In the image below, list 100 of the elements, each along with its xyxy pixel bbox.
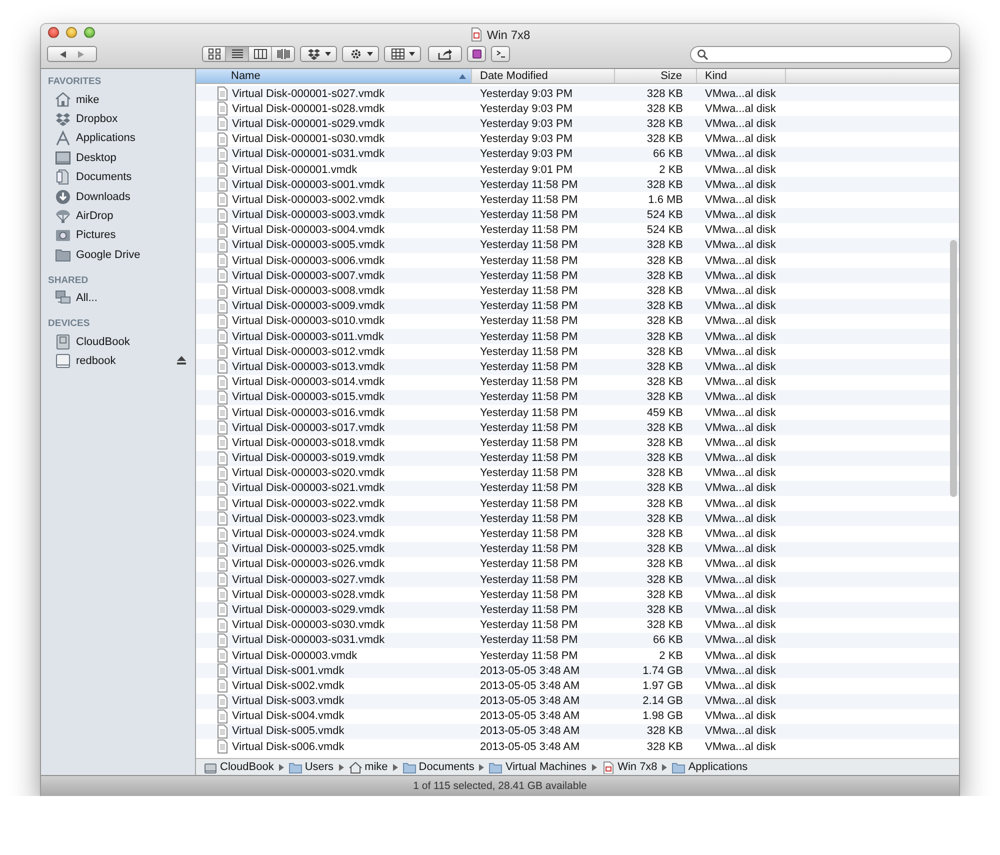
- file-name[interactable]: Virtual Disk-000003-s028.vmdk: [232, 588, 385, 601]
- date-cell-text: Yesterday 11:58 PM: [479, 224, 579, 236]
- desktop-icon: [55, 150, 71, 166]
- minimize-button[interactable]: [66, 27, 77, 38]
- file-name[interactable]: Virtual Disk-000003-s018.vmdk: [232, 436, 385, 449]
- file-name[interactable]: Virtual Disk-000003-s015.vmdk: [232, 391, 385, 404]
- path-item[interactable]: CloudBook: [204, 760, 274, 774]
- file-name[interactable]: Virtual Disk-000003-s022.vmdk: [232, 498, 385, 510]
- file-name[interactable]: Virtual Disk-000001-s027.vmdk: [232, 88, 385, 100]
- size-cell-text: 328 KB: [646, 482, 684, 494]
- kind-cell-text: VMwa...al disk: [704, 148, 777, 160]
- file-name[interactable]: Virtual Disk-000003-s017.vmdk: [232, 422, 385, 434]
- path-item[interactable]: Documents: [402, 760, 474, 774]
- file-name[interactable]: Virtual Disk-s003.vmdk: [232, 695, 344, 708]
- view-mode-buttons[interactable]: [202, 46, 295, 62]
- file-name[interactable]: Virtual Disk-000003-s019.vmdk: [232, 452, 385, 464]
- column-header[interactable]: Date Modified: [472, 69, 615, 83]
- date-cell-text: Yesterday 11:58 PM: [479, 543, 579, 556]
- file-name[interactable]: Virtual Disk-000003-s029.vmdk: [232, 604, 385, 616]
- column-header[interactable]: Size: [615, 69, 697, 83]
- file-name[interactable]: Virtual Disk-000003.vmdk: [232, 650, 358, 662]
- file-name[interactable]: Virtual Disk-000003-s024.vmdk: [232, 528, 385, 540]
- file-name[interactable]: Virtual Disk-000003-s012.vmdk: [232, 346, 385, 358]
- file-name[interactable]: Virtual Disk-000003-s010.vmdk: [232, 315, 385, 328]
- file-name[interactable]: Virtual Disk-000001-s031.vmdk: [232, 148, 385, 160]
- size-cell-text: 1.97 GB: [642, 680, 684, 692]
- column-header[interactable]: Kind: [697, 69, 786, 83]
- date-cell-text: 2013-05-05 3:48 AM: [479, 725, 581, 738]
- file-name[interactable]: Virtual Disk-000003-s030.vmdk: [232, 619, 385, 632]
- sidebar-item[interactable]: Google Drive: [41, 245, 195, 265]
- sidebar-item[interactable]: redbook: [41, 351, 195, 371]
- file-icon: [216, 116, 229, 132]
- file-name[interactable]: Virtual Disk-000003-s025.vmdk: [232, 543, 385, 556]
- file-name[interactable]: Virtual Disk-000003-s014.vmdk: [232, 376, 385, 388]
- search-field[interactable]: [690, 46, 952, 62]
- file-name[interactable]: Virtual Disk-000003-s002.vmdk: [232, 194, 385, 206]
- file-name[interactable]: Virtual Disk-000003-s021.vmdk: [232, 482, 385, 494]
- file-name[interactable]: Virtual Disk-000003-s001.vmdk: [232, 178, 385, 191]
- kind-cell-text: VMwa...al disk: [704, 725, 777, 738]
- path-item[interactable]: Users: [288, 760, 334, 774]
- size-cell-text: 328 KB: [646, 588, 684, 601]
- app-button[interactable]: [467, 46, 486, 62]
- path-item[interactable]: Win 7x8: [602, 760, 658, 774]
- file-name[interactable]: Virtual Disk-000001-s030.vmdk: [232, 133, 385, 146]
- file-name[interactable]: Virtual Disk-000003-s005.vmdk: [232, 239, 385, 252]
- sidebar-item[interactable]: CloudBook: [41, 332, 195, 352]
- dropbox-menu-button[interactable]: [300, 46, 337, 62]
- file-name[interactable]: Virtual Disk-000003-s013.vmdk: [232, 360, 385, 373]
- file-icon: [216, 329, 229, 344]
- file-name[interactable]: Virtual Disk-000003-s006.vmdk: [232, 254, 385, 267]
- sidebar-item[interactable]: Desktop: [41, 148, 195, 168]
- date-cell-text: Yesterday 11:58 PM: [479, 391, 579, 404]
- file-name[interactable]: Virtual Disk-000003-s027.vmdk: [232, 574, 385, 586]
- file-name[interactable]: Virtual Disk-000003-s020.vmdk: [232, 467, 385, 480]
- file-name[interactable]: Virtual Disk-000003-s007.vmdk: [232, 270, 385, 282]
- sidebar-item[interactable]: Documents: [41, 168, 195, 187]
- path-item[interactable]: mike: [348, 760, 388, 774]
- file-name[interactable]: Virtual Disk-000003-s016.vmdk: [232, 406, 385, 419]
- back-forward-buttons[interactable]: [47, 46, 97, 62]
- file-name[interactable]: Virtual Disk-000003-s031.vmdk: [232, 634, 385, 646]
- share-button[interactable]: [428, 46, 462, 62]
- date-cell-text: Yesterday 11:58 PM: [479, 512, 579, 525]
- action-menu-button[interactable]: [342, 46, 379, 62]
- caret-icon: [408, 52, 414, 56]
- sidebar-item[interactable]: Downloads: [41, 186, 195, 206]
- file-name[interactable]: Virtual Disk-000001-s028.vmdk: [232, 102, 385, 115]
- path-item[interactable]: Applications: [672, 760, 748, 774]
- sidebar-item[interactable]: Applications: [41, 128, 195, 148]
- file-name[interactable]: Virtual Disk-s001.vmdk: [232, 664, 344, 677]
- sidebar-item[interactable]: AirDrop: [41, 206, 195, 226]
- file-name[interactable]: Virtual Disk-s002.vmdk: [232, 680, 344, 692]
- file-name[interactable]: Virtual Disk-000001.vmdk: [232, 164, 358, 176]
- file-icon: [216, 374, 229, 390]
- file-name[interactable]: Virtual Disk-000003-s011.vmdk: [232, 330, 384, 343]
- file-name[interactable]: Virtual Disk-000003-s026.vmdk: [232, 558, 385, 570]
- arrange-menu-button[interactable]: [384, 46, 421, 62]
- path-item[interactable]: Virtual Machines: [489, 760, 587, 774]
- file-icon: [216, 496, 229, 512]
- file-name[interactable]: Virtual Disk-000003-s003.vmdk: [232, 209, 385, 222]
- file-name[interactable]: Virtual Disk-000003-s008.vmdk: [232, 285, 385, 298]
- sidebar-item[interactable]: Pictures: [41, 226, 195, 246]
- sidebar-item[interactable]: mike: [41, 90, 195, 110]
- file-name[interactable]: Virtual Disk-000003-s004.vmdk: [232, 224, 385, 236]
- file-name[interactable]: Virtual Disk-000003-s023.vmdk: [232, 512, 385, 525]
- terminal-button[interactable]: [491, 46, 510, 62]
- scrollbar-thumb[interactable]: [950, 240, 957, 497]
- date-cell-text: Yesterday 11:58 PM: [479, 406, 579, 419]
- date-cell-text: Yesterday 11:58 PM: [479, 209, 579, 222]
- file-name[interactable]: Virtual Disk-s006.vmdk: [232, 740, 344, 753]
- close-button[interactable]: [48, 27, 59, 38]
- file-name[interactable]: Virtual Disk-000003-s009.vmdk: [232, 300, 385, 312]
- size-cell-text: 328 KB: [646, 102, 684, 115]
- file-name[interactable]: Virtual Disk-s004.vmdk: [232, 710, 344, 722]
- sidebar-item[interactable]: Dropbox: [41, 109, 195, 129]
- column-header[interactable]: Name: [196, 69, 472, 83]
- file-name[interactable]: Virtual Disk-000001-s029.vmdk: [232, 118, 385, 130]
- file-name[interactable]: Virtual Disk-s005.vmdk: [232, 725, 344, 738]
- zoom-button[interactable]: [84, 27, 95, 38]
- size-cell-text: 328 KB: [646, 178, 684, 191]
- sidebar-item[interactable]: All...: [41, 288, 195, 308]
